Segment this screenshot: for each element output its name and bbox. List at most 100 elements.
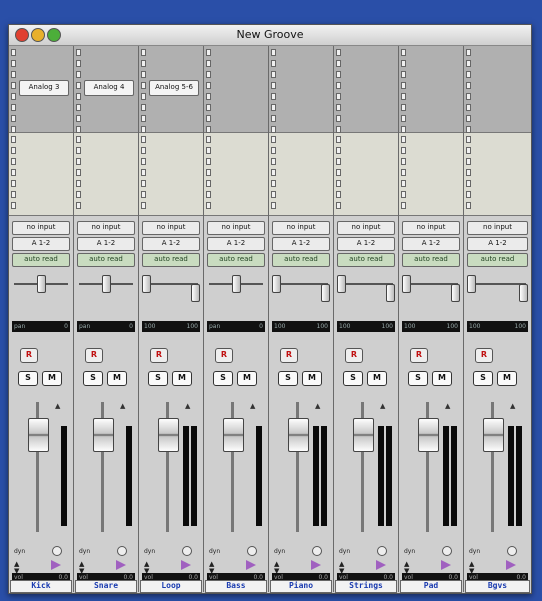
dyn-toggle[interactable] xyxy=(247,546,257,556)
slot-selector[interactable] xyxy=(141,158,146,165)
slot-selector[interactable] xyxy=(336,158,341,165)
slot-selector[interactable] xyxy=(11,49,16,56)
slot-selector[interactable] xyxy=(336,115,341,122)
mute-button[interactable]: M xyxy=(172,371,192,386)
solo-button[interactable]: S xyxy=(473,371,493,386)
slot-selector[interactable] xyxy=(206,104,211,111)
pan-control[interactable] xyxy=(76,270,136,310)
slot-selector[interactable] xyxy=(76,191,81,198)
slot-selector[interactable] xyxy=(206,147,211,154)
dyn-toggle[interactable] xyxy=(312,546,322,556)
output-selector[interactable]: A 1-2 xyxy=(467,237,528,251)
slot-selector[interactable] xyxy=(401,60,406,67)
slot-selector[interactable] xyxy=(401,158,406,165)
pan-control[interactable] xyxy=(141,270,201,310)
slot-selector[interactable] xyxy=(401,202,406,209)
slot-selector[interactable] xyxy=(401,191,406,198)
slot-selector[interactable] xyxy=(271,158,276,165)
slot-selector[interactable] xyxy=(206,180,211,187)
insert-slot[interactable]: Analog 4 xyxy=(84,80,134,96)
pan-control[interactable] xyxy=(271,270,331,310)
slot-selector[interactable] xyxy=(206,49,211,56)
volume-fader[interactable] xyxy=(223,418,244,452)
title-bar[interactable]: New Groove xyxy=(9,25,531,46)
slot-selector[interactable] xyxy=(466,191,471,198)
slot-selector[interactable] xyxy=(336,104,341,111)
slot-selector[interactable] xyxy=(76,158,81,165)
output-selector[interactable]: A 1-2 xyxy=(337,237,395,251)
volume-fader[interactable] xyxy=(158,418,179,452)
pan-right-knob[interactable] xyxy=(386,284,395,302)
slot-selector[interactable] xyxy=(141,136,146,143)
solo-button[interactable]: S xyxy=(148,371,168,386)
slot-selector[interactable] xyxy=(466,93,471,100)
input-selector[interactable]: no input xyxy=(467,221,528,235)
slot-selector[interactable] xyxy=(11,71,16,78)
automation-mode-selector[interactable]: auto read xyxy=(467,253,528,267)
slot-selector[interactable] xyxy=(401,93,406,100)
pan-left-knob[interactable] xyxy=(402,275,411,293)
solo-button[interactable]: S xyxy=(278,371,298,386)
slot-selector[interactable] xyxy=(206,60,211,67)
dyn-toggle[interactable] xyxy=(182,546,192,556)
slot-selector[interactable] xyxy=(76,169,81,176)
pan-control[interactable] xyxy=(466,270,529,310)
slot-selector[interactable] xyxy=(466,136,471,143)
slot-selector[interactable] xyxy=(76,115,81,122)
slot-selector[interactable] xyxy=(466,180,471,187)
slot-selector[interactable] xyxy=(401,71,406,78)
pan-left-knob[interactable] xyxy=(142,275,151,293)
dyn-toggle[interactable] xyxy=(377,546,387,556)
mute-button[interactable]: M xyxy=(432,371,452,386)
pan-right-knob[interactable] xyxy=(519,284,528,302)
record-enable-button[interactable]: R xyxy=(150,348,168,363)
slot-selector[interactable] xyxy=(206,191,211,198)
solo-button[interactable]: S xyxy=(83,371,103,386)
input-selector[interactable]: no input xyxy=(77,221,135,235)
slot-selector[interactable] xyxy=(336,126,341,133)
pan-left-knob[interactable] xyxy=(467,275,476,293)
solo-button[interactable]: S xyxy=(343,371,363,386)
slot-selector[interactable] xyxy=(466,202,471,209)
slot-selector[interactable] xyxy=(11,158,16,165)
mute-button[interactable]: M xyxy=(367,371,387,386)
slot-selector[interactable] xyxy=(76,136,81,143)
pan-control[interactable] xyxy=(336,270,396,310)
slot-selector[interactable] xyxy=(11,191,16,198)
volume-fader[interactable] xyxy=(418,418,439,452)
slot-selector[interactable] xyxy=(271,82,276,89)
slot-selector[interactable] xyxy=(141,180,146,187)
slot-selector[interactable] xyxy=(206,202,211,209)
automation-mode-selector[interactable]: auto read xyxy=(402,253,460,267)
track-name-button[interactable]: Piano xyxy=(270,580,332,593)
slot-selector[interactable] xyxy=(271,115,276,122)
record-enable-button[interactable]: R xyxy=(280,348,298,363)
automation-mode-selector[interactable]: auto read xyxy=(337,253,395,267)
dyn-toggle[interactable] xyxy=(507,546,517,556)
slot-selector[interactable] xyxy=(206,115,211,122)
slot-selector[interactable] xyxy=(11,60,16,67)
track-name-button[interactable]: Snare xyxy=(75,580,137,593)
slot-selector[interactable] xyxy=(466,147,471,154)
slot-selector[interactable] xyxy=(76,104,81,111)
slot-selector[interactable] xyxy=(206,158,211,165)
input-selector[interactable]: no input xyxy=(337,221,395,235)
slot-selector[interactable] xyxy=(11,126,16,133)
solo-button[interactable]: S xyxy=(18,371,38,386)
mute-button[interactable]: M xyxy=(107,371,127,386)
insert-slot[interactable]: Analog 5-6 xyxy=(149,80,199,96)
slot-selector[interactable] xyxy=(141,71,146,78)
slot-selector[interactable] xyxy=(76,93,81,100)
automation-mode-selector[interactable]: auto read xyxy=(207,253,265,267)
slot-selector[interactable] xyxy=(466,158,471,165)
track-name-button[interactable]: Bgvs xyxy=(465,580,530,593)
slot-selector[interactable] xyxy=(271,60,276,67)
slot-selector[interactable] xyxy=(141,60,146,67)
pan-knob[interactable] xyxy=(37,275,46,293)
slot-selector[interactable] xyxy=(76,71,81,78)
slot-selector[interactable] xyxy=(336,180,341,187)
pan-right-knob[interactable] xyxy=(191,284,200,302)
insert-slot[interactable]: Analog 3 xyxy=(19,80,69,96)
slot-selector[interactable] xyxy=(141,49,146,56)
volume-fader[interactable] xyxy=(353,418,374,452)
